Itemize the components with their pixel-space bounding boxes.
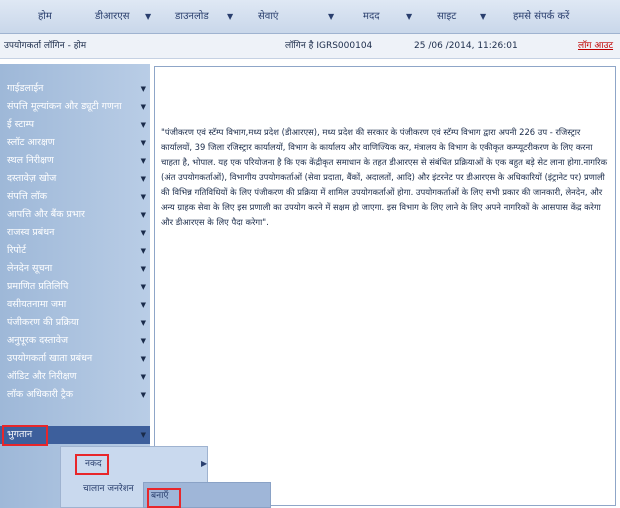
sidebar-item-label: दस्तावेज़ खोज — [7, 173, 57, 184]
sidebar-item-will-deposit[interactable]: वसीयतनामा जमा ▼ — [0, 296, 150, 314]
sidebar-item-label: प्रमाणित प्रतिलिपि — [7, 281, 69, 292]
chevron-down-icon: ▼ — [140, 103, 146, 111]
sidebar-item-label: लॉक अधिकारी ट्रैक — [7, 389, 73, 400]
chevron-down-icon: ▼ — [140, 301, 146, 309]
chevron-down-icon: ▼ — [140, 265, 146, 273]
sidebar-item-label: संपत्ति लॉक — [7, 191, 48, 202]
info-bar: उपयोगकर्ता लॉगिन - होम लॉगिन है IGRS0001… — [0, 34, 620, 59]
sidebar-item-label: रिपोर्ट — [7, 245, 26, 256]
sidebar-item-site-inspection[interactable]: स्थल निरीक्षण ▼ — [0, 152, 150, 170]
nav-site[interactable]: साइट — [437, 0, 456, 34]
sidebar-item-slot-booking[interactable]: स्लॉट आरक्षण ▼ — [0, 134, 150, 152]
sidebar-item-objection-bank-charge[interactable]: आपत्ति और बैंक प्रभार ▼ — [0, 206, 150, 224]
submenu-item-challan-generation[interactable]: चालान जनरेशन — [83, 480, 134, 498]
sidebar-item-label: राजस्व प्रबंधन — [7, 227, 55, 238]
chevron-down-icon: ▼ — [140, 355, 146, 363]
chevron-down-icon: ▼ — [140, 283, 146, 291]
sidebar-item-e-stamp[interactable]: ई स्टाम्प ▼ — [0, 116, 150, 134]
sidebar-item-label: पंजीकरण की प्रक्रिया — [7, 317, 79, 328]
sidebar-item-transaction-info[interactable]: लेनदेन सूचना ▼ — [0, 260, 150, 278]
highlight-box-create — [147, 488, 181, 508]
chevron-down-icon: ▼ — [140, 373, 146, 381]
nav-help[interactable]: मदद — [363, 0, 380, 34]
chevron-down-icon: ▼ — [140, 139, 146, 147]
chevron-down-icon: ▼ — [140, 157, 146, 165]
chevron-down-icon[interactable]: ▼ — [406, 0, 412, 34]
chevron-down-icon: ▼ — [140, 337, 146, 345]
nav-home[interactable]: होम — [38, 0, 52, 34]
chevron-down-icon: ▼ — [140, 319, 146, 327]
sidebar-item-label: ई स्टाम्प — [7, 119, 35, 130]
sidebar-item-label: वसीयतनामा जमा — [7, 299, 67, 310]
sidebar-item-label: स्लॉट आरक्षण — [7, 137, 55, 148]
chevron-right-icon: ▶ — [201, 459, 208, 468]
sidebar-item-report[interactable]: रिपोर्ट ▼ — [0, 242, 150, 260]
chevron-down-icon: ▼ — [140, 121, 146, 129]
nav-download[interactable]: डाउनलोड — [175, 0, 209, 34]
sidebar-item-property-lock[interactable]: संपत्ति लॉक ▼ — [0, 188, 150, 206]
sidebar-item-label: उपयोगकर्ता खाता प्रबंधन — [7, 353, 93, 364]
chevron-down-icon: ▼ — [140, 229, 146, 237]
chevron-down-icon: ▼ — [140, 431, 146, 439]
chevron-down-icon: ▼ — [140, 211, 146, 219]
sidebar-item-lock-officer-track[interactable]: लॉक अधिकारी ट्रैक ▼ — [0, 386, 150, 404]
nav-services[interactable]: सेवाएं — [258, 0, 278, 34]
sidebar-item-label: लेनदेन सूचना — [7, 263, 53, 274]
sidebar-item-revenue-management[interactable]: राजस्व प्रबंधन ▼ — [0, 224, 150, 242]
chevron-down-icon[interactable]: ▼ — [145, 0, 151, 34]
chevron-down-icon: ▼ — [140, 175, 146, 183]
sidebar-item-audit-inspection[interactable]: ऑडिट और निरीक्षण ▼ — [0, 368, 150, 386]
breadcrumb: उपयोगकर्ता लॉगिन - होम — [4, 41, 87, 51]
sidebar-item-certified-copy[interactable]: प्रमाणित प्रतिलिपि ▼ — [0, 278, 150, 296]
nav-drs[interactable]: डीआरएस — [95, 0, 130, 34]
sidebar-item-valuation[interactable]: संपत्ति मूल्यांकन और ड्यूटी गणना ▼ — [0, 98, 150, 116]
sidebar-item-label: स्थल निरीक्षण — [7, 155, 54, 166]
nav-contact-us[interactable]: हमसे संपर्क करें — [513, 0, 569, 34]
sidebar-item-supplementary-document[interactable]: अनुपूरक दस्तावेज ▼ — [0, 332, 150, 350]
sidebar-item-label: अनुपूरक दस्तावेज — [7, 335, 69, 346]
sidebar-item-user-account-management[interactable]: उपयोगकर्ता खाता प्रबंधन ▼ — [0, 350, 150, 368]
chevron-down-icon: ▼ — [140, 193, 146, 201]
sidebar-item-guideline[interactable]: गाईडलाईन ▼ — [0, 80, 150, 98]
top-nav-bar: होम डीआरएस ▼ डाउनलोड ▼ सेवाएं ▼ मदद ▼ सा… — [0, 0, 620, 34]
sidebar-item-label: आपत्ति और बैंक प्रभार — [7, 209, 85, 220]
logout-link[interactable]: लॉग आउट — [578, 34, 613, 59]
sidebar-item-label: गाईडलाईन — [7, 83, 44, 94]
sidebar-item-label: संपत्ति मूल्यांकन और ड्यूटी गणना — [7, 101, 122, 112]
chevron-down-icon: ▼ — [140, 391, 146, 399]
login-id-label: लॉगिन है IGRS000104 — [285, 41, 373, 51]
sidebar-item-label: ऑडिट और निरीक्षण — [7, 371, 77, 382]
datetime-label: 25 /06 /2014, 11:26:01 — [414, 41, 518, 51]
chevron-down-icon[interactable]: ▼ — [480, 0, 486, 34]
sidebar-item-document-search[interactable]: दस्तावेज़ खोज ▼ — [0, 170, 150, 188]
chevron-down-icon[interactable]: ▼ — [227, 0, 233, 34]
highlight-box-cash — [75, 454, 109, 475]
intro-paragraph: "पंजीकरण एवं स्टॅम्प विभाग,मध्य प्रदेश (… — [161, 127, 608, 227]
chevron-down-icon: ▼ — [140, 85, 146, 93]
chevron-down-icon[interactable]: ▼ — [328, 0, 334, 34]
main-content-panel: "पंजीकरण एवं स्टॅम्प विभाग,मध्य प्रदेश (… — [154, 66, 616, 506]
chevron-down-icon: ▼ — [140, 247, 146, 255]
highlight-box-payment — [2, 425, 48, 446]
sidebar-item-registration-process[interactable]: पंजीकरण की प्रक्रिया ▼ — [0, 314, 150, 332]
